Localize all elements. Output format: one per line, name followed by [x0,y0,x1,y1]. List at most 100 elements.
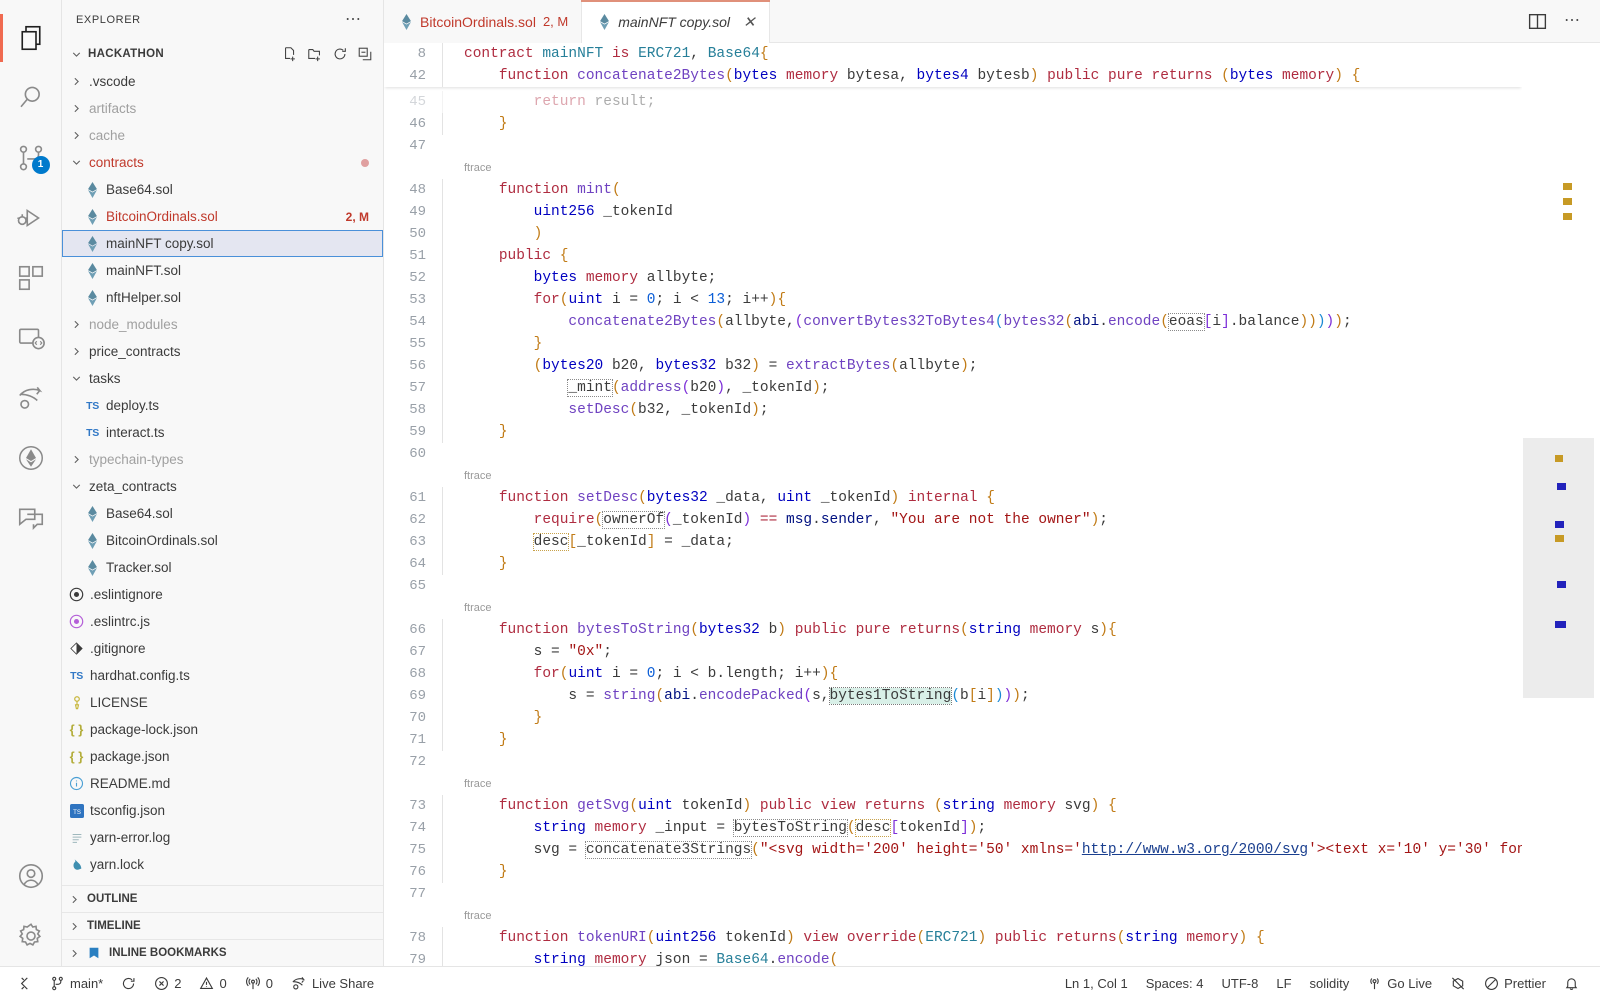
tree-folder[interactable]: artifacts [62,95,383,122]
code-line[interactable]: 70 } [384,707,1522,729]
code-line[interactable]: 49 uint256 _tokenId [384,201,1522,223]
code-text[interactable]: function mint( [442,179,1522,201]
tree-folder[interactable]: price_contracts [62,338,383,365]
activity-item-explorer[interactable] [0,8,62,68]
code-lens-ftrace[interactable]: ftrace [384,773,1522,795]
code-lens-label[interactable]: ftrace [442,157,492,179]
code-text[interactable]: s = "0x"; [442,641,1522,663]
code-text[interactable]: function concatenate2Bytes(bytes memory … [442,65,1522,87]
panel-timeline[interactable]: TIMELINE [62,912,383,939]
activity-item-live-share[interactable] [0,368,62,428]
tree-file[interactable]: TS interact.ts [62,419,383,446]
code-text[interactable]: bytes memory allbyte; [442,267,1522,289]
tree-folder[interactable]: contracts [62,149,383,176]
status-item-problems-warnings[interactable]: 0 [190,967,235,1000]
code-text[interactable]: s = string(abi.encodePacked(s,bytes1ToSt… [442,685,1522,707]
code-line[interactable]: 60 [384,443,1522,465]
close-icon[interactable]: ✕ [743,13,756,31]
chevron-right-icon[interactable] [68,345,84,358]
activity-item-remote-explorer[interactable] [0,308,62,368]
tree-file[interactable]: Base64.sol [62,500,383,527]
status-item-ports[interactable]: 0 [236,967,282,1000]
code-line[interactable]: 55 } [384,333,1522,355]
code-line[interactable]: 63 desc[_tokenId] = _data; [384,531,1522,553]
code-line[interactable]: 50 ) [384,223,1522,245]
code-text[interactable]: function getSvg(uint tokenId) public vie… [442,795,1522,817]
code-line[interactable]: 45 return result; [384,91,1522,113]
tree-folder[interactable]: .vscode [62,68,383,95]
status-item-remote-indicator[interactable] [8,967,41,1000]
tree-file[interactable]: Tracker.sol [62,554,383,581]
code-line[interactable]: 59 } [384,421,1522,443]
chevron-right-icon[interactable] [68,102,84,115]
new-folder-icon[interactable] [307,46,323,62]
code-line[interactable]: 47 [384,135,1522,157]
status-item-sync[interactable] [112,967,145,1000]
panel-inline-bookmarks[interactable]: INLINE BOOKMARKS [62,939,383,966]
code-text[interactable]: concatenate2Bytes(allbyte,(convertBytes3… [442,311,1522,333]
code-line[interactable]: 76 } [384,861,1522,883]
tree-file[interactable]: README.md [62,770,383,797]
status-item-eslint[interactable] [1441,967,1475,1000]
chevron-down-icon[interactable] [68,156,84,169]
code-line[interactable]: 79 string memory json = Base64.encode( [384,949,1522,966]
tree-file[interactable]: .gitignore [62,635,383,662]
collapse-all-icon[interactable] [357,46,373,62]
panel-outline[interactable]: OUTLINE [62,885,383,912]
sidebar-more-actions[interactable]: ⋯ [345,12,363,28]
status-item-cursor-position[interactable]: Ln 1, Col 1 [1056,967,1137,1000]
code-lens-ftrace[interactable]: ftrace [384,905,1522,927]
code-editor[interactable]: 45 return result; 46 } 47 ftrace 48 function… [384,43,1600,966]
sticky-scroll-header[interactable]: 8 contract mainNFT is ERC721, Base64{42 f… [384,43,1522,87]
code-line[interactable]: 67 s = "0x"; [384,641,1522,663]
refresh-icon[interactable] [332,46,348,62]
code-line[interactable]: 64 } [384,553,1522,575]
code-text[interactable]: function tokenURI (uint256 tokenId) view … [442,927,1522,949]
tab-bitcoinordinals[interactable]: BitcoinOrdinals.sol 2, M [384,0,582,43]
code-line[interactable]: 56 (bytes20 b20, bytes32 b32) = extractB… [384,355,1522,377]
code-text[interactable]: for(uint i = 0; i < b.length; i++){ [442,663,1522,685]
chevron-right-icon[interactable] [68,318,84,331]
code-text[interactable]: } [442,333,1522,355]
code-text[interactable]: desc[_tokenId] = _data; [442,531,1522,553]
tree-file[interactable]: TS hardhat.config.ts [62,662,383,689]
folder-section-header[interactable]: HACKATHON [62,40,383,68]
code-line[interactable]: 42 function concatenate2Bytes(bytes memo… [384,65,1522,87]
code-text[interactable]: function bytesToString(bytes32 b) public… [442,619,1522,641]
minimap-slider[interactable] [1523,438,1594,698]
tree-file[interactable]: nftHelper.sol [62,284,383,311]
code-line[interactable]: 72 [384,751,1522,773]
code-line[interactable]: 61 function setDesc(bytes32 _data, uint … [384,487,1522,509]
split-editor-icon[interactable] [1527,11,1548,32]
code-text[interactable]: } [442,861,1522,883]
status-item-live-share[interactable]: Live Share [282,967,383,1000]
code-lens-label[interactable]: ftrace [442,905,492,927]
status-item-notifications[interactable] [1555,967,1588,1000]
activity-item-run-and-debug[interactable] [0,188,62,248]
tree-file[interactable]: { } package.json [62,743,383,770]
code-line[interactable]: 51 public { [384,245,1522,267]
tree-file[interactable]: .eslintrc.js [62,608,383,635]
code-text[interactable]: return result; [442,91,1522,113]
tree-file[interactable]: yarn-error.log [62,824,383,851]
code-line[interactable]: 46 } [384,113,1522,135]
chevron-down-icon[interactable] [68,372,84,385]
code-line[interactable]: 68 for(uint i = 0; i < b.length; i++){ [384,663,1522,685]
code-line[interactable]: 54 concatenate2Bytes(allbyte,(convertByt… [384,311,1522,333]
code-line[interactable]: 53 for(uint i = 0; i < 13; i++){ [384,289,1522,311]
code-line[interactable]: 65 [384,575,1522,597]
code-text[interactable]: uint256 _tokenId [442,201,1522,223]
new-file-icon[interactable] [282,46,298,62]
activity-item-ethereum[interactable] [0,428,62,488]
code-lens-label[interactable]: ftrace [442,597,492,619]
code-text[interactable]: } [442,113,1522,135]
tree-file[interactable]: mainNFT copy.sol [62,230,383,257]
tree-file[interactable]: LICENSE [62,689,383,716]
activity-item-accounts[interactable] [0,846,62,906]
more-actions-icon[interactable]: ⋯ [1564,13,1582,29]
code-text[interactable]: (bytes20 b20, bytes32 b32) = extractByte… [442,355,1522,377]
code-line[interactable]: 75 svg = concatenate3Strings("<svg width… [384,839,1522,861]
code-line[interactable]: 71 } [384,729,1522,751]
code-text[interactable]: } [442,421,1522,443]
code-lens-label[interactable]: ftrace [442,773,492,795]
